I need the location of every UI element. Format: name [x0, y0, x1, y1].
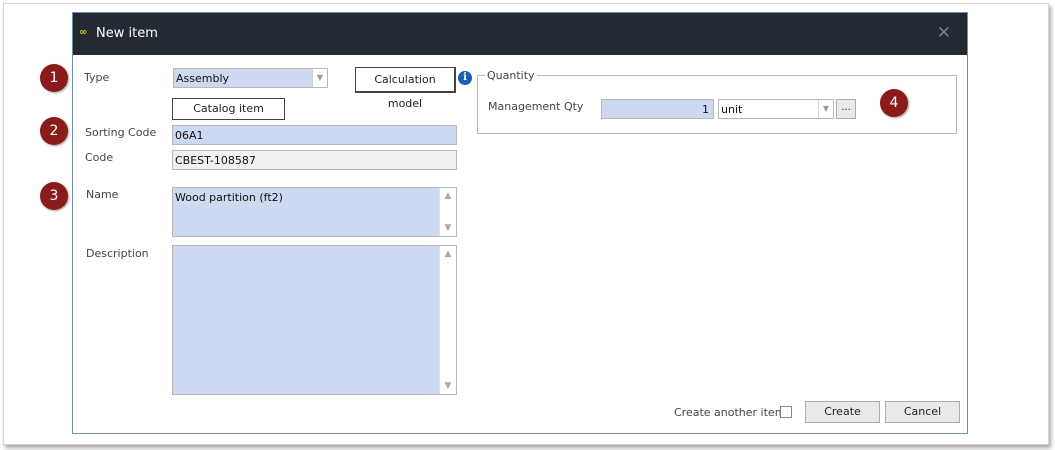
- annotation-badge-3: 3: [40, 182, 68, 210]
- name-label: Name: [86, 188, 119, 201]
- description-scrollbar[interactable]: ▲ ▼: [439, 246, 456, 394]
- new-item-dialog: ∞ New item ✕ Type Assembly ▼ Calculation…: [72, 12, 968, 434]
- chevron-down-icon[interactable]: ▼: [440, 223, 456, 233]
- info-icon[interactable]: i: [458, 71, 472, 85]
- create-another-checkbox[interactable]: [780, 406, 792, 418]
- type-select-value: Assembly: [176, 72, 230, 85]
- chevron-down-icon[interactable]: ▼: [440, 381, 456, 391]
- app-logo-icon: ∞: [79, 27, 88, 38]
- calculation-model-button[interactable]: Calculation model: [355, 67, 456, 110]
- unit-browse-button[interactable]: ...: [836, 99, 856, 119]
- type-label: Type: [84, 71, 110, 84]
- description-field[interactable]: ▲ ▼: [172, 245, 457, 395]
- unit-select[interactable]: unit ▼: [718, 99, 834, 119]
- code-label: Code: [85, 151, 114, 164]
- management-qty-field[interactable]: 1: [601, 99, 714, 119]
- type-select[interactable]: Assembly ▼: [173, 68, 328, 88]
- create-button[interactable]: Create: [805, 401, 880, 423]
- quantity-legend: Quantity: [485, 69, 537, 82]
- chevron-down-icon[interactable]: ▼: [818, 100, 833, 118]
- code-field: CBEST-108587: [172, 150, 457, 170]
- annotation-badge-1: 1: [40, 64, 68, 92]
- unit-select-value: unit: [721, 103, 743, 116]
- sorting-code-label: Sorting Code: [85, 126, 157, 139]
- chevron-up-icon[interactable]: ▲: [440, 249, 456, 259]
- create-another-label: Create another item: [674, 406, 786, 419]
- dialog-title: New item: [96, 26, 158, 41]
- cancel-button[interactable]: Cancel: [885, 401, 960, 423]
- name-field[interactable]: Wood partition (ft2) ▲ ▼: [172, 187, 457, 237]
- description-label: Description: [86, 247, 149, 260]
- name-field-value: Wood partition (ft2): [175, 191, 283, 204]
- catalog-item-button[interactable]: Catalog item: [172, 98, 285, 120]
- name-scrollbar[interactable]: ▲ ▼: [439, 188, 456, 236]
- management-qty-label: Management Qty: [488, 100, 584, 113]
- chevron-down-icon[interactable]: ▼: [312, 69, 327, 87]
- title-bar: ∞ New item ✕: [73, 13, 967, 55]
- sorting-code-field[interactable]: 06A1: [172, 125, 457, 145]
- close-icon[interactable]: ✕: [937, 23, 951, 43]
- annotation-badge-2: 2: [40, 117, 68, 145]
- annotation-badge-4: 4: [880, 89, 908, 117]
- chevron-up-icon[interactable]: ▲: [440, 191, 456, 201]
